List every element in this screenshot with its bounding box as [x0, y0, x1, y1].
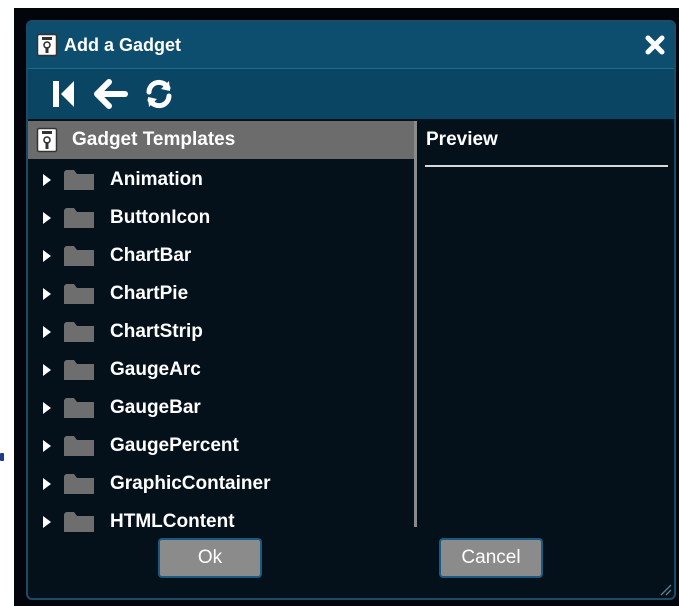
- back-button[interactable]: [92, 75, 130, 113]
- tree-item-chartpie[interactable]: ChartPie: [28, 275, 414, 313]
- tree-item-label: GraphicContainer: [110, 473, 271, 494]
- dialog-title: Add a Gadget: [64, 34, 182, 55]
- tree-item-gaugebar[interactable]: GaugeBar: [28, 389, 414, 427]
- expand-arrow-icon[interactable]: [42, 249, 52, 263]
- tree-item-label: GaugeBar: [110, 397, 201, 418]
- tree-header-label: Gadget Templates: [72, 129, 236, 150]
- resize-grip-icon[interactable]: [658, 582, 672, 596]
- tree-item-gaugepercent[interactable]: GaugePercent: [28, 427, 414, 465]
- expand-arrow-icon[interactable]: [42, 363, 52, 377]
- gadget-icon: [36, 33, 58, 57]
- folder-icon: [64, 512, 94, 532]
- tree-item-graphiccontainer[interactable]: GraphicContainer: [28, 465, 414, 503]
- refresh-button[interactable]: [140, 75, 178, 113]
- refresh-icon: [146, 79, 172, 109]
- tree-item-label: GaugePercent: [110, 435, 239, 456]
- folder-icon: [64, 208, 94, 228]
- preview-divider: [425, 165, 668, 167]
- expand-arrow-icon[interactable]: [42, 173, 52, 187]
- tree-item-chartbar[interactable]: ChartBar: [28, 237, 414, 275]
- tree-item-htmlcontent[interactable]: HTMLContent: [28, 503, 414, 541]
- expand-arrow-icon[interactable]: [42, 401, 52, 415]
- folder-icon: [64, 322, 94, 342]
- tree-item-label: Animation: [110, 169, 203, 190]
- cancel-button[interactable]: Cancel: [439, 538, 543, 578]
- preview-pane: Preview: [418, 121, 674, 527]
- tree-item-label: HTMLContent: [110, 511, 235, 532]
- tree-item-buttonicon[interactable]: ButtonIcon: [28, 199, 414, 237]
- expand-arrow-icon[interactable]: [42, 477, 52, 491]
- screen: Add a Gadget Gadget Templates Animation …: [0, 0, 679, 606]
- gadget-icon: [36, 127, 58, 153]
- content-area: Gadget Templates Animation ButtonIcon Ch…: [28, 121, 674, 547]
- preview-title: Preview: [426, 129, 498, 150]
- template-tree[interactable]: Gadget Templates Animation ButtonIcon Ch…: [28, 121, 414, 532]
- folder-icon: [64, 474, 94, 494]
- tree-item-label: ChartBar: [110, 245, 192, 266]
- close-icon[interactable]: [644, 34, 666, 56]
- tree-header[interactable]: Gadget Templates: [28, 121, 414, 159]
- tree-item-chartstrip[interactable]: ChartStrip: [28, 313, 414, 351]
- tree-item-gaugearc[interactable]: GaugeArc: [28, 351, 414, 389]
- tree-list: Animation ButtonIcon ChartBar ChartPie C…: [28, 161, 414, 541]
- folder-icon: [64, 246, 94, 266]
- tree-item-label: ButtonIcon: [110, 207, 211, 228]
- tree-item-animation[interactable]: Animation: [28, 161, 414, 199]
- folder-icon: [64, 398, 94, 418]
- folder-icon: [64, 436, 94, 456]
- folder-icon: [64, 284, 94, 304]
- dialog-footer: Ok Cancel: [28, 538, 674, 598]
- expand-arrow-icon[interactable]: [42, 439, 52, 453]
- expand-arrow-icon[interactable]: [42, 325, 52, 339]
- edge-mark: [0, 453, 4, 461]
- expand-arrow-icon[interactable]: [42, 515, 52, 529]
- dialog-titlebar[interactable]: Add a Gadget: [28, 22, 674, 69]
- folder-icon: [64, 360, 94, 380]
- add-gadget-dialog: Add a Gadget Gadget Templates Animation …: [26, 20, 676, 600]
- ok-button[interactable]: Ok: [158, 538, 262, 578]
- first-page-button[interactable]: [44, 75, 82, 113]
- skip-back-icon: [53, 81, 74, 107]
- tree-item-label: ChartStrip: [110, 321, 203, 342]
- toolbar: [28, 69, 674, 119]
- folder-icon: [64, 170, 94, 190]
- arrow-left-icon: [94, 79, 128, 109]
- tree-item-label: ChartPie: [110, 283, 189, 304]
- expand-arrow-icon[interactable]: [42, 211, 52, 225]
- expand-arrow-icon[interactable]: [42, 287, 52, 301]
- pane-splitter[interactable]: [414, 121, 417, 527]
- tree-item-label: GaugeArc: [110, 359, 201, 380]
